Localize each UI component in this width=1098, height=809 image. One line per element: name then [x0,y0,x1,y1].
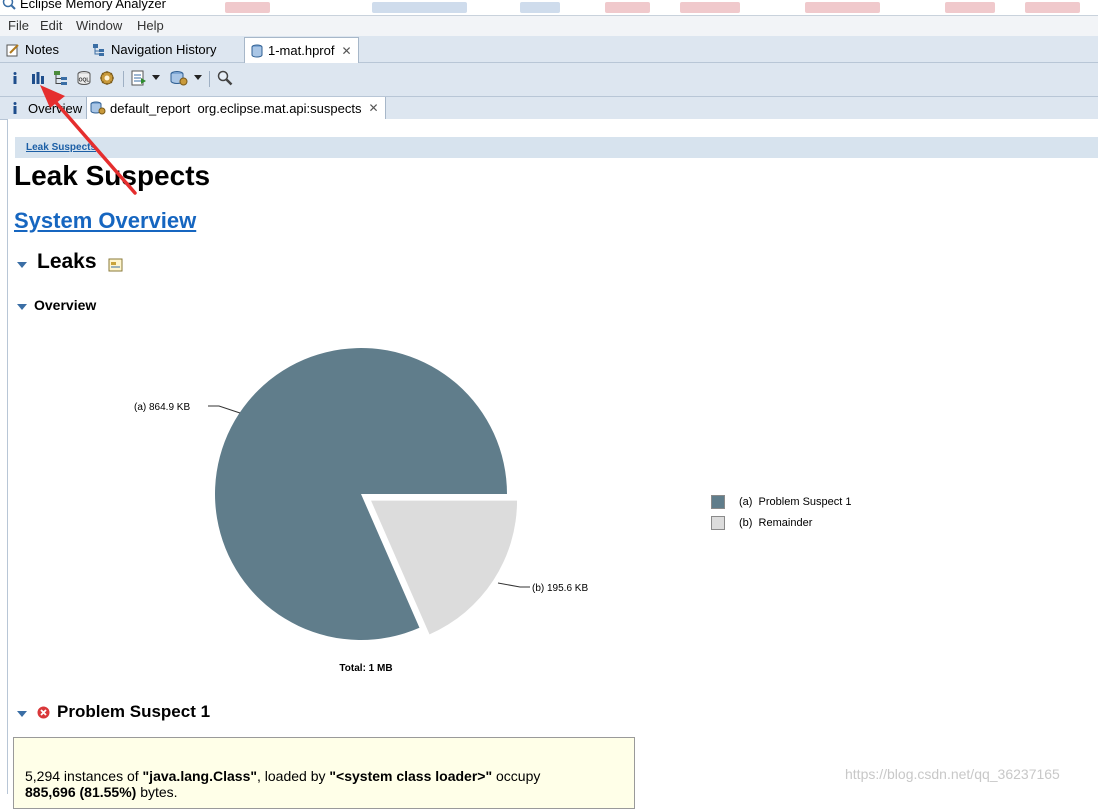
pie-slice-label: (a) 864.9 KB [134,402,190,413]
window-title: Eclipse Memory Analyzer [20,0,166,11]
breadcrumb-leak-suspects-link[interactable]: Leak Suspects [26,142,96,153]
subtab-overview[interactable]: Overview [10,97,82,119]
heap-dump-icon [251,44,263,57]
legend-label: (b) Remainder [739,517,813,529]
svg-text:OQL: OQL [79,78,90,84]
instance-count: 5,294 [25,768,61,784]
pie-label-leader [497,582,530,588]
oql-icon[interactable]: OQL [75,69,93,87]
blurred-browser-tab [680,2,740,13]
collapse-triangle-icon[interactable] [17,711,27,717]
summary-text: instances of [60,768,143,784]
problem-suspect-description: 5,294 instances of "java.lang.Class", lo… [13,737,635,809]
blurred-browser-tab [945,2,995,13]
legend-swatch [711,516,725,530]
pie-slice-label: (b) 195.6 KB [532,583,588,594]
menu-edit[interactable]: Edit [40,18,62,33]
close-icon[interactable]: ✕ [368,101,378,115]
summary-text: occupy [492,768,545,784]
menu-help[interactable]: Help [137,18,164,33]
toolbar-separator [209,71,210,87]
legend-label: (a) Problem Suspect 1 [739,496,852,508]
class-loader-name: "<system class loader>" [329,768,493,784]
blurred-browser-tab [605,2,650,13]
menu-bar: File Edit Window Help [0,16,1098,36]
error-icon [37,706,50,719]
info-icon [13,102,17,114]
problem-suspect-heading: Problem Suspect 1 [57,702,211,721]
close-icon[interactable]: ✕ [341,44,351,58]
tab-1-mat-hprof[interactable]: 1-mat.hprof ✕ [244,37,359,63]
dominator-tree-icon[interactable] [52,69,70,87]
watermark-text: https://blog.csdn.net/qq_36237165 [845,766,1060,782]
summary-text: bytes. [136,784,178,800]
suspect-summary: 5,294 instances of "java.lang.Class", lo… [25,768,625,800]
overview-heading: Overview [34,297,97,313]
breadcrumb: Leak Suspects [15,137,1098,158]
blurred-browser-tab [372,2,467,13]
tab-label: Notes [25,42,59,57]
menu-window[interactable]: Window [76,18,122,33]
navigation-history-icon [93,43,104,56]
run-report-icon[interactable] [130,69,148,87]
tab-notes[interactable]: Notes [6,38,59,61]
blurred-browser-tab [1025,2,1080,13]
blurred-browser-tab [805,2,880,13]
subtab-label: Overview [28,100,83,116]
info-icon[interactable] [6,69,24,87]
legend-item-b: (b) Remainder [711,516,812,530]
summary-text: , loaded by [257,768,330,784]
toolbar-separator [123,71,124,87]
report-content: Leak Suspects Leak Suspects System Overv… [7,119,1098,809]
collapse-triangle-icon[interactable] [17,304,27,310]
page-title: Leak Suspects [14,160,211,191]
thread-overview-icon[interactable] [98,69,116,87]
editor-tab-bar: Notes Navigation History 1-mat.hprof ✕ [0,36,1098,63]
details-icon[interactable] [108,257,124,273]
chevron-down-icon[interactable] [150,69,162,87]
leak-suspects-pie-chart: (a) 864.9 KB (b) 195.6 KB Total: 1 MB [134,348,588,674]
tab-label: 1-mat.hprof [268,43,335,58]
histogram-icon[interactable] [29,69,47,87]
blurred-browser-tab [225,2,270,13]
legend-item-a: (a) Problem Suspect 1 [711,495,852,509]
subtab-default-report[interactable]: default_report org.eclipse.mat.api:suspe… [86,97,386,119]
subtab-label: default_report org.eclipse.mat.api:suspe… [110,100,362,116]
tab-navigation-history[interactable]: Navigation History [92,38,217,61]
legend-swatch [711,495,725,509]
system-overview-link[interactable]: System Overview [14,208,196,234]
window-title-bar: Eclipse Memory Analyzer [0,0,1098,16]
notes-icon [6,43,19,56]
leaks-heading: Leaks [37,250,97,273]
report-icon [90,101,106,115]
tab-label: Navigation History [111,42,217,57]
chevron-down-icon[interactable] [192,69,204,87]
blurred-browser-tab [520,2,560,13]
class-name: "java.lang.Class" [142,768,257,784]
memory-analyzer-app-icon [2,0,16,10]
search-icon[interactable] [216,69,234,87]
editor-toolbar: OQL [0,63,1098,97]
pie-label-leader [208,405,241,414]
query-browser-icon[interactable] [170,69,188,87]
report-tab-bar: Overview default_report org.eclipse.mat.… [0,97,1098,120]
collapse-triangle-icon[interactable] [17,262,27,268]
retained-bytes: 885,696 (81.55%) [25,784,137,800]
menu-file[interactable]: File [8,18,29,33]
pie-total-label: Total: 1 MB [339,663,392,674]
